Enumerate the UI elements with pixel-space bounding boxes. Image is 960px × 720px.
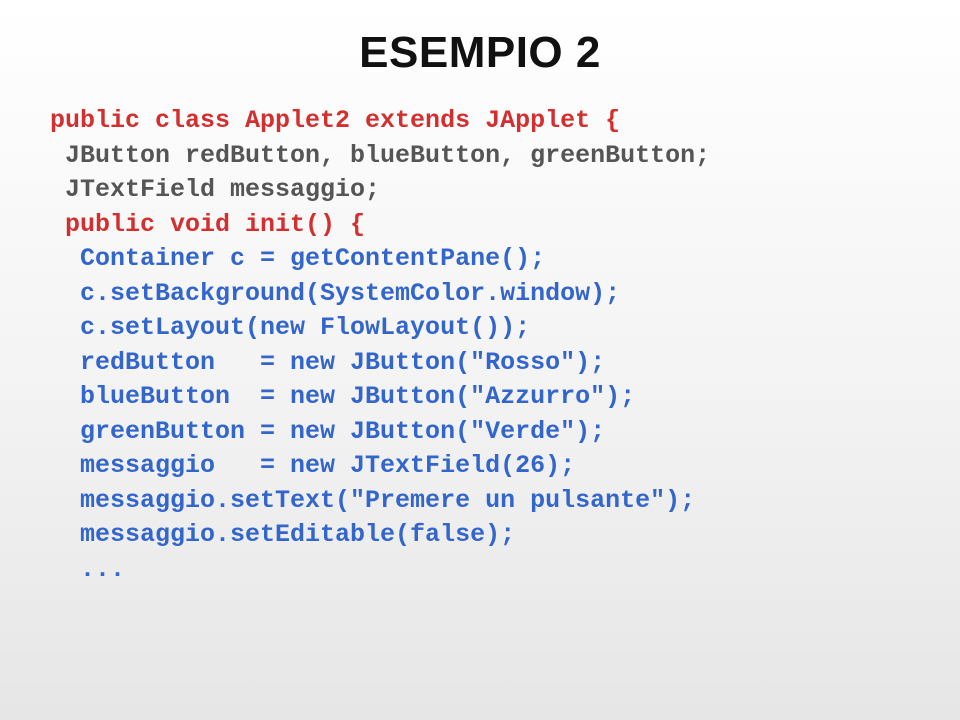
code-line-14: ...	[50, 555, 125, 584]
code-line-9: blueButton = new JButton("Azzurro");	[50, 382, 635, 411]
code-line-12: messaggio.setText("Premere un pulsante")…	[50, 486, 695, 515]
code-line-1: public class Applet2 extends JApplet {	[50, 106, 620, 135]
code-line-3: JTextField messaggio;	[50, 175, 380, 204]
code-line-5: Container c = getContentPane();	[50, 244, 545, 273]
code-line-10: greenButton = new JButton("Verde");	[50, 417, 605, 446]
code-line-4: public void init() {	[50, 210, 365, 239]
slide: ESEMPIO 2 public class Applet2 extends J…	[0, 0, 960, 720]
code-line-6: c.setBackground(SystemColor.window);	[50, 279, 620, 308]
code-line-8: redButton = new JButton("Rosso");	[50, 348, 605, 377]
code-line-13: messaggio.setEditable(false);	[50, 520, 515, 549]
code-line-2: JButton redButton, blueButton, greenButt…	[50, 141, 710, 170]
code-block: public class Applet2 extends JApplet { J…	[50, 104, 910, 587]
slide-title: ESEMPIO 2	[50, 28, 910, 78]
code-line-7: c.setLayout(new FlowLayout());	[50, 313, 530, 342]
code-line-11: messaggio = new JTextField(26);	[50, 451, 575, 480]
